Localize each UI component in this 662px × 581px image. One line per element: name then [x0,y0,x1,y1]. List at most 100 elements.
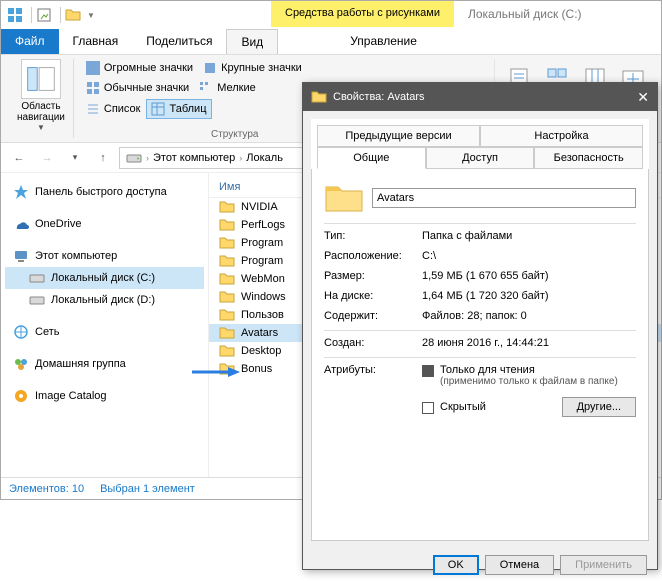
file-name: Bonus [241,363,272,375]
crumb-local[interactable]: Локаль [246,152,283,164]
menu-manage[interactable]: Управление [326,29,441,54]
file-name: NVIDIA [241,201,278,213]
menu-home[interactable]: Главная [59,29,133,54]
folder-icon [219,254,235,268]
nav-pane-button[interactable] [21,59,61,99]
tree-disk-c[interactable]: Локальный диск (C:) [5,267,204,289]
tree-network[interactable]: Сеть [5,321,204,343]
context-tab-picture-tools[interactable]: Средства работы с рисунками [271,1,454,27]
tab-previous-versions[interactable]: Предыдущие версии [317,125,480,147]
view-medium-icons[interactable]: Обычные значки [82,79,193,97]
folder-icon [219,344,235,358]
file-name: Program [241,255,283,267]
view-extra-large-icons[interactable]: Огромные значки [82,59,197,77]
tree-quick-access[interactable]: Панель быстрого доступа [5,181,204,203]
tab-sharing[interactable]: Доступ [426,147,535,169]
close-button[interactable]: ✕ [637,89,649,106]
file-name: Program [241,237,283,249]
tree-this-pc[interactable]: Этот компьютер [5,245,204,267]
folder-icon [219,290,235,304]
nav-pane-label: Область навигации [17,101,65,123]
menu-file[interactable]: Файл [1,29,59,54]
folder-icon [219,272,235,286]
dialog-footer: OK Отмена Применить [303,549,657,581]
recent-dropdown-icon[interactable]: ▾ [63,146,87,170]
dialog-titlebar: Свойства: Avatars ✕ [303,83,657,111]
tab-customize[interactable]: Настройка [480,125,643,147]
file-name: Desktop [241,345,281,357]
qat-dropdown-icon[interactable]: ▼ [87,11,95,20]
dialog-tabs: Предыдущие версии Настройка Общие Доступ… [311,119,649,169]
view-list[interactable]: Список [82,99,145,119]
label-hidden: Скрытый [440,401,486,413]
label-location: Расположение: [324,250,414,262]
ok-button[interactable]: OK [433,555,479,575]
value-size: 1,59 МБ (1 670 655 байт) [422,270,549,282]
status-selected: Выбран 1 элемент [100,483,195,495]
file-name: WebMon [241,273,285,285]
tab-security[interactable]: Безопасность [534,147,643,169]
value-size-on-disk: 1,64 МБ (1 720 320 байт) [422,290,549,302]
ribbon-group-label-layout: Структура [211,129,258,140]
checkbox-readonly[interactable] [422,365,434,377]
dialog-body: Тип: Папка с файлами Расположение: C:\ Раз… [311,169,649,541]
checkbox-hidden[interactable] [422,402,434,414]
explorer-icon [7,7,23,23]
label-readonly: Только для чтения [440,364,618,376]
tree-image-catalog[interactable]: Image Catalog [5,385,204,407]
value-created: 28 июня 2016 г., 14:44:21 [422,337,549,349]
value-contains: Файлов: 28; папок: 0 [422,310,527,322]
tree-disk-d[interactable]: Локальный диск (D:) [5,289,204,311]
qat-folder-icon[interactable] [65,7,81,23]
folder-icon [219,200,235,214]
label-created: Создан: [324,337,414,349]
dialog-title: Свойства: Avatars [333,91,425,103]
forward-button[interactable]: → [35,146,59,170]
tree-homegroup[interactable]: Домашняя группа [5,353,204,375]
folder-name-input[interactable] [372,188,636,208]
folder-icon [219,326,235,340]
view-details[interactable]: Таблиц [146,99,211,119]
label-readonly-note: (применимо только к файлам в папке) [440,376,618,387]
back-button[interactable]: ← [7,146,31,170]
file-name: Пользов [241,309,284,321]
tab-general[interactable]: Общие [317,147,426,169]
file-name: Avatars [241,327,278,339]
ribbon-group-panes: Область навигации ▼ [9,59,74,138]
value-location: C:\ [422,250,436,262]
label-contains: Содержит: [324,310,414,322]
nav-pane-dropdown-icon[interactable]: ▼ [37,123,45,132]
window-title: Локальный диск (C:) [454,1,596,27]
view-small-icons[interactable]: Мелкие [195,79,260,97]
qat-properties-icon[interactable] [36,7,52,23]
advanced-button[interactable]: Другие... [562,397,636,417]
chevron-right-icon[interactable]: › [146,153,149,163]
folder-icon [219,236,235,250]
folder-icon [219,308,235,322]
status-count: Элементов: 10 [9,483,84,495]
crumb-this-pc[interactable]: Этот компьютер [153,152,235,164]
value-type: Папка с файлами [422,230,512,242]
folder-icon [219,218,235,232]
nav-tree: Панель быстрого доступа OneDrive Этот ко… [1,173,209,477]
menu-share[interactable]: Поделиться [132,29,226,54]
label-type: Тип: [324,230,414,242]
menu-view[interactable]: Вид [226,29,278,54]
drive-icon [126,150,142,166]
tree-onedrive[interactable]: OneDrive [5,213,204,235]
apply-button[interactable]: Применить [560,555,647,575]
label-attributes: Атрибуты: [324,364,414,376]
chevron-right-icon[interactable]: › [239,153,242,163]
view-large-icons[interactable]: Крупные значки [199,59,306,77]
title-context-tabs: Средства работы с рисунками Локальный ди… [271,1,596,27]
folder-icon [324,181,364,215]
menubar: Файл Главная Поделиться Вид Управление [1,29,661,55]
file-name: PerfLogs [241,219,285,231]
folder-icon [311,89,327,105]
up-button[interactable]: ↑ [91,146,115,170]
cancel-button[interactable]: Отмена [485,555,554,575]
label-size: Размер: [324,270,414,282]
properties-dialog: Свойства: Avatars ✕ Предыдущие версии На… [302,82,658,570]
folder-icon [219,362,235,376]
label-size-on-disk: На диске: [324,290,414,302]
